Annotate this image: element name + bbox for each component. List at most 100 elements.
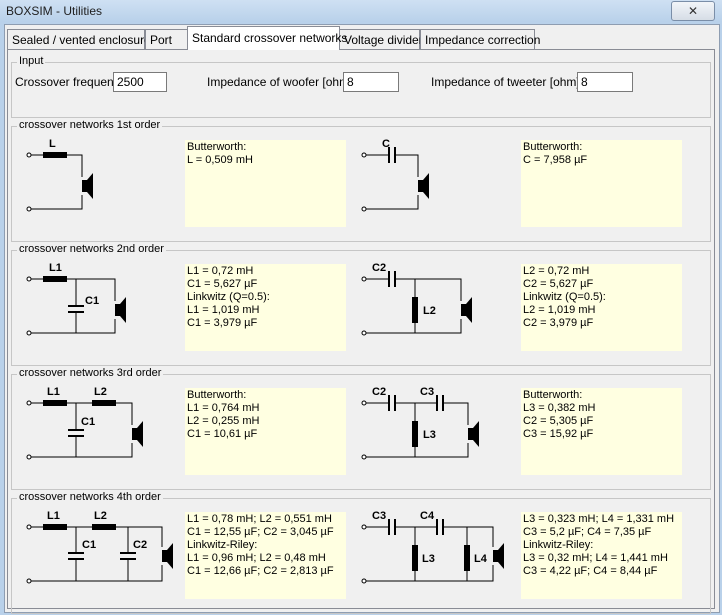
result-line: C = 7,958 µF — [523, 154, 588, 166]
speaker-icon — [82, 173, 93, 199]
inductor-symbol — [92, 524, 116, 530]
inductor-symbol — [43, 400, 67, 406]
order4-group: crossover networks 4th order L1 L2 C1 C2… — [11, 491, 711, 614]
order3-lowpass-results: Butterworth: L1 = 0,764 mH L2 = 0,255 mH C1… — [185, 388, 346, 475]
order4-highpass-results: L3 = 0,323 mH; L4 = 1,331 mH C3 = 5,2 µF;… — [521, 512, 682, 599]
component-label: L — [49, 138, 56, 150]
order2-lowpass-results: L1 = 0,72 mH C1 = 5,627 µF Linkwitz (Q=0.5… — [185, 264, 346, 351]
component-label: L3 — [423, 429, 436, 441]
result-line: Linkwitz-Riley: — [523, 539, 594, 551]
result-line: C3 = 5,2 µF; C4 = 7,35 µF — [523, 526, 652, 538]
tweeter-impedance-label: Impedance of tweeter [ohm] — [431, 75, 580, 89]
terminal-icon — [361, 152, 367, 158]
result-line: L3 = 0,382 mH — [523, 402, 596, 414]
inductor-symbol — [412, 421, 418, 447]
component-label: C3 — [372, 510, 386, 522]
result-line: Linkwitz-Riley: — [187, 539, 258, 551]
terminal-icon — [26, 400, 32, 406]
inductor-symbol — [43, 276, 67, 282]
component-label: L4 — [474, 553, 488, 565]
input-group: Input Crossover frequency Impedance of w… — [11, 55, 711, 118]
window-title: BOXSIM - Utilities — [6, 4, 103, 18]
terminal-icon — [361, 206, 367, 212]
result-line: C2 = 5,305 µF — [523, 415, 594, 427]
tab-sealed-vented-enclosure[interactable]: Sealed / vented enclosure — [7, 29, 151, 49]
capacitor-symbol — [388, 271, 396, 287]
wire — [31, 526, 163, 582]
order1-lowpass-results: Butterworth: L = 0,509 mH — [185, 140, 346, 227]
order2-highpass-schematic: C2 L2 — [361, 262, 472, 336]
component-label: L1 — [47, 386, 60, 398]
close-icon: ✕ — [687, 4, 699, 18]
close-button[interactable]: ✕ — [671, 1, 715, 21]
result-line: C1 = 10,61 µF — [187, 428, 258, 440]
result-line: L3 = 0,323 mH; L4 = 1,331 mH — [523, 513, 675, 525]
capacitor-symbol — [68, 305, 84, 313]
component-label: L2 — [94, 386, 107, 398]
component-label: L1 — [49, 262, 62, 274]
result-line: C1 = 3,979 µF — [187, 317, 258, 329]
order4-lowpass-results: L1 = 0,78 mH; L2 = 0,551 mH C1 = 12,55 µF… — [185, 512, 346, 599]
result-line: Butterworth: — [523, 389, 583, 401]
tab-page: Input Crossover frequency Impedance of w… — [7, 49, 715, 614]
component-label: C3 — [420, 386, 434, 398]
speaker-icon — [115, 297, 126, 323]
component-label: C4 — [420, 510, 435, 522]
terminal-icon — [26, 206, 32, 212]
order1-highpass-schematic: C — [361, 138, 429, 212]
result-line: Butterworth: — [187, 141, 247, 153]
terminal-icon — [361, 400, 367, 406]
speaker-icon — [132, 421, 143, 447]
terminal-icon — [26, 276, 32, 282]
result-line: C3 = 4,22 µF; C4 = 8,44 µF — [523, 565, 658, 577]
tweeter-impedance-input[interactable] — [577, 72, 633, 92]
order3-highpass-schematic: C2 C3 L3 — [361, 386, 479, 460]
result-line: L1 = 0,96 mH; L2 = 0,48 mH — [187, 552, 326, 564]
component-label: L3 — [422, 553, 435, 565]
woofer-impedance-input[interactable] — [343, 72, 399, 92]
terminal-icon — [361, 330, 367, 336]
capacitor-symbol — [68, 552, 136, 560]
order1-highpass-results: Butterworth: C = 7,958 µF — [521, 140, 682, 227]
result-line: Linkwitz (Q=0.5): — [187, 291, 270, 303]
terminal-icon — [26, 524, 32, 530]
result-line: L1 = 0,72 mH — [187, 265, 254, 277]
result-line: L1 = 0,764 mH — [187, 402, 260, 414]
title-bar: BOXSIM - Utilities ✕ — [0, 0, 722, 22]
result-line: C2 = 5,627 µF — [523, 278, 594, 290]
component-label: L2 — [94, 510, 107, 522]
terminal-icon — [26, 454, 32, 460]
inductor-symbol — [43, 524, 67, 530]
result-line: C3 = 15,92 µF — [523, 428, 594, 440]
component-label: C1 — [82, 539, 96, 551]
component-label: C2 — [133, 539, 147, 551]
speaker-icon — [162, 543, 173, 569]
result-line: L1 = 0,78 mH; L2 = 0,551 mH — [187, 513, 332, 525]
crossover-frequency-input[interactable] — [113, 72, 167, 92]
inductor-symbol — [412, 545, 418, 571]
woofer-impedance-label: Impedance of woofer [ohm] — [207, 75, 353, 89]
result-line: C2 = 3,979 µF — [523, 317, 594, 329]
wire — [31, 154, 83, 210]
tab-impedance-correction[interactable]: Impedance correction — [420, 29, 540, 49]
order4-lowpass-schematic: L1 L2 C1 C2 — [26, 510, 173, 584]
order3-highpass-results: Butterworth: L3 = 0,382 mH C2 = 5,305 µF C3… — [521, 388, 682, 475]
result-line: L2 = 1,019 mH — [523, 304, 596, 316]
capacitor-symbol — [68, 429, 84, 437]
order1-lowpass-schematic: L — [26, 138, 93, 212]
result-line: Linkwitz (Q=0.5): — [523, 291, 606, 303]
tab-standard-crossover-networks[interactable]: Standard crossover networks — [187, 26, 347, 50]
tab-port[interactable]: Port — [145, 29, 188, 49]
order4-highpass-schematic: C3 C4 L3 L4 — [361, 510, 504, 584]
terminal-icon — [361, 454, 367, 460]
component-label: L1 — [47, 510, 60, 522]
wire — [366, 154, 419, 210]
terminal-icon — [361, 578, 367, 584]
terminal-icon — [26, 578, 32, 584]
result-line: L = 0,509 mH — [187, 154, 253, 166]
tab-voltage-divider[interactable]: Voltage divider — [339, 29, 423, 49]
speaker-icon — [468, 421, 479, 447]
inductor-symbol — [464, 545, 470, 571]
inductor-l-symbol — [43, 152, 67, 158]
terminal-icon — [361, 524, 367, 530]
